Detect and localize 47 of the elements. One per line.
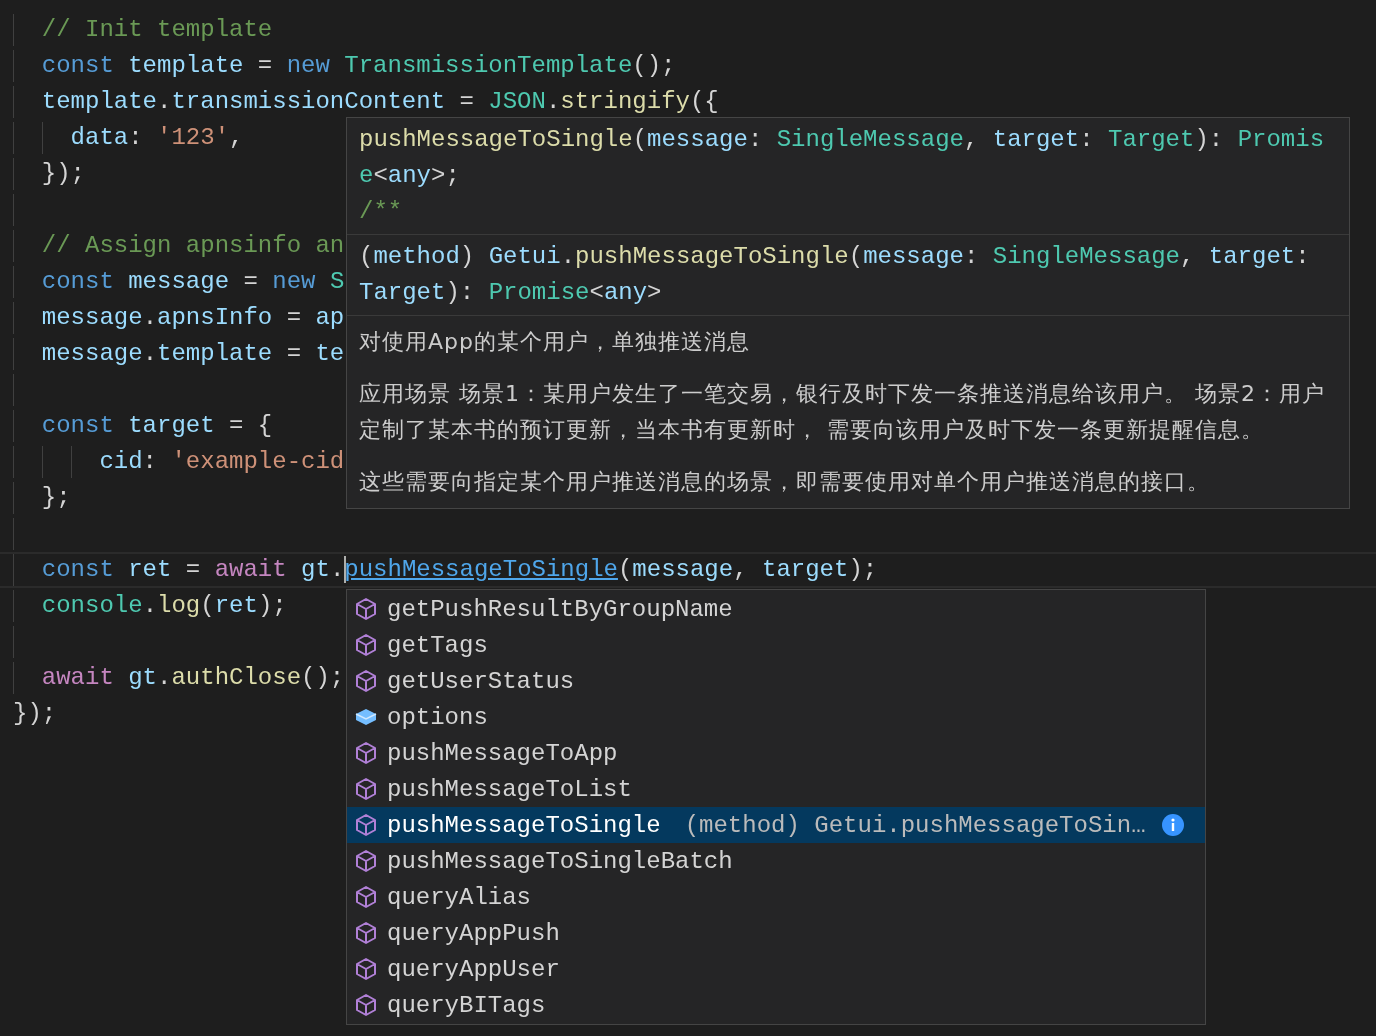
suggestion-item[interactable]: pushMessageToApp xyxy=(347,735,1205,771)
cube-icon xyxy=(355,669,377,693)
code-line: data: '123', xyxy=(13,122,244,154)
code-line: cid: 'example-cid xyxy=(13,446,345,478)
suggestion-item[interactable]: queryBITags xyxy=(347,987,1205,1023)
code-line: message.apnsInfo = ap xyxy=(13,302,345,334)
suggestion-item[interactable]: getPushResultByGroupName xyxy=(347,591,1205,627)
code-line: const target = { xyxy=(13,410,273,442)
doc-comment: /** xyxy=(359,197,403,227)
info-icon[interactable] xyxy=(1161,814,1184,836)
doc-paragraph: 这些需要向指定某个用户推送消息的场景，即需要使用对单个用户推送消息的接口。 xyxy=(359,468,1211,496)
suggestion-item[interactable]: options xyxy=(347,699,1205,735)
doc-paragraph: 对使用App的某个用户，单独推送消息 xyxy=(359,328,751,356)
cube-icon xyxy=(355,885,377,909)
cube-icon xyxy=(355,921,377,945)
suggestion-item[interactable]: queryAlias xyxy=(347,879,1205,915)
cube-icon xyxy=(355,957,377,981)
suggestion-detail: (method) Getui.pushMessageToSin… xyxy=(684,811,1146,839)
code-line: message.template = te xyxy=(13,338,345,370)
suggestion-item[interactable]: pushMessageToSingle (method) Getui.pushMessageToSin… xyxy=(347,807,1205,843)
suggestion-item[interactable]: queryAppPush xyxy=(347,915,1205,951)
cube-icon xyxy=(355,741,377,765)
code-signature: pushMessageToSingle(message: SingleMessage, target: Target): Promise<any>; xyxy=(359,125,1326,191)
cube-icon xyxy=(355,597,377,621)
cube-icon xyxy=(355,813,377,837)
suggestion-item[interactable]: getUserStatus xyxy=(347,663,1205,699)
cube-icon xyxy=(355,777,377,801)
code-line: template.transmissionContent = JSON.stringify({ xyxy=(13,86,719,118)
suggestion-item[interactable]: pushMessageToSingleBatch xyxy=(347,843,1205,879)
code-line: }); xyxy=(13,158,85,190)
suggestion-item[interactable]: queryAppUser xyxy=(347,951,1205,987)
code-line: console.log(ret); xyxy=(13,590,287,622)
method-signature: (method) Getui.pushMessageToSingle(message: SingleMessage, target: Target): Promise<any> xyxy=(359,242,1311,308)
code-line: const message = new S xyxy=(13,266,345,298)
code-line: }; xyxy=(13,482,71,514)
code-line: // Assign apnsinfo an xyxy=(13,230,345,262)
code-line: // Init template xyxy=(13,14,273,46)
doc-paragraph: 应用场景 场景1：某用户发生了一笔交易，银行及时下发一条推送消息给该用户。 场景2：用户定制了某本书的预订更新，当本书有更新时， 需要向该用户及时下发一条更新提醒信息。 xyxy=(359,380,1326,444)
suggestion-item[interactable]: getTags xyxy=(347,627,1205,663)
code-line: }); xyxy=(13,699,57,729)
code-line: const template = new TransmissionTemplate(); xyxy=(13,50,676,82)
code-line: const ret = await gt.pushMessageToSingle(message, target); xyxy=(13,554,878,586)
code-line: await gt.authClose(); xyxy=(13,662,345,694)
cube-icon xyxy=(355,849,377,873)
cube-icon xyxy=(355,633,377,657)
cube-icon xyxy=(355,993,377,1017)
suggestion-item[interactable]: pushMessageToList xyxy=(347,771,1205,807)
